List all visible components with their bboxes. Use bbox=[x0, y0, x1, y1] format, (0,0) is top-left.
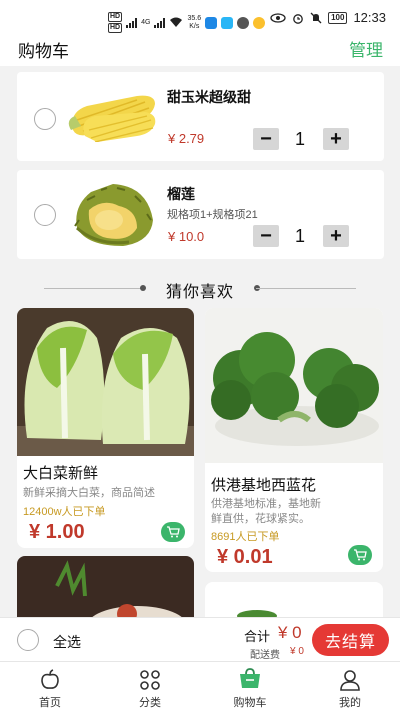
app-notification-icon-2 bbox=[237, 16, 250, 29]
delivery-fee-label: 配送费 bbox=[250, 650, 280, 661]
recommend-section-header: 猜你喜欢 bbox=[0, 276, 400, 302]
product-image-broccoli bbox=[205, 308, 383, 463]
add-to-cart-button[interactable] bbox=[348, 545, 372, 565]
decrease-quantity-button[interactable]: − bbox=[253, 128, 279, 150]
category-icon bbox=[140, 670, 160, 690]
signal-icon bbox=[126, 17, 138, 28]
decrease-quantity-button[interactable]: − bbox=[253, 225, 279, 247]
cart-icon bbox=[240, 668, 260, 688]
select-all-radio[interactable] bbox=[17, 629, 39, 651]
tab-category[interactable]: 分类 bbox=[100, 662, 200, 711]
app-notification-icon bbox=[205, 16, 218, 29]
tab-label: 购物车 bbox=[233, 697, 267, 709]
recommend-product-desc: 供港基地标准，基地新鲜直供，花球紧实。 bbox=[211, 498, 321, 525]
tab-profile[interactable]: 我的 bbox=[300, 662, 400, 711]
increase-quantity-button[interactable]: + bbox=[323, 225, 349, 247]
status-bar: HD HD 4G 35.6 K/s 100 12:33 bbox=[0, 0, 400, 36]
add-to-cart-button[interactable] bbox=[161, 522, 185, 542]
recommend-product-price: ¥ 0.01 bbox=[217, 546, 273, 568]
product-image-corn bbox=[68, 95, 156, 142]
manage-button[interactable]: 管理 bbox=[349, 36, 383, 61]
recommend-product-card[interactable]: 供港基地西蓝花 供港基地标准，基地新鲜直供，花球紧实。 8691人已下单 ¥ 0… bbox=[205, 308, 383, 572]
product-image-cabbage bbox=[17, 308, 194, 456]
search-app-icon bbox=[221, 16, 234, 29]
speed-unit: K/s bbox=[189, 22, 200, 30]
recommend-product-price: ¥ 1.00 bbox=[29, 521, 85, 543]
home-icon bbox=[41, 669, 59, 689]
tab-cart[interactable]: 购物车 bbox=[200, 662, 300, 711]
status-right: 100 12:33 bbox=[270, 10, 386, 25]
add-to-cart-icon bbox=[354, 549, 367, 561]
signal-icon-2 bbox=[154, 17, 166, 28]
recommend-product-name: 供港基地西蓝花 bbox=[211, 477, 317, 494]
clock: 12:33 bbox=[353, 10, 386, 25]
product-name: 榴莲 bbox=[167, 186, 195, 202]
item-select-radio[interactable] bbox=[34, 204, 56, 226]
increase-quantity-button[interactable]: + bbox=[323, 128, 349, 150]
battery-indicator: 100 bbox=[328, 11, 348, 24]
product-price: ¥ 2.79 bbox=[168, 131, 205, 146]
recommend-product-card[interactable]: 大白菜新鲜 新鲜采摘大白菜，商品简述 12400w人已下单 ¥ 1.00 bbox=[17, 308, 194, 548]
divider-line bbox=[256, 288, 356, 289]
bottom-tab-bar: 首页 分类 购物车 我的 bbox=[0, 661, 400, 711]
tab-home[interactable]: 首页 bbox=[0, 662, 100, 711]
product-spec: 规格项1+规格项21 bbox=[167, 209, 258, 221]
cart-item: 榴莲 规格项1+规格项21 ¥ 10.0 − 1 + bbox=[17, 170, 384, 259]
network-tag-1: HD bbox=[108, 12, 123, 22]
signal-type-label: 4G bbox=[141, 19, 151, 26]
total-value: ¥ 0 bbox=[278, 623, 302, 642]
total-label: 合计 bbox=[244, 629, 271, 644]
quantity-value: 1 bbox=[294, 226, 305, 246]
speed-value: 35.6 bbox=[187, 14, 202, 22]
emoji-app-icon bbox=[253, 16, 266, 29]
page-title: 购物车 bbox=[18, 42, 69, 61]
network-speed: 35.6 K/s bbox=[187, 15, 201, 31]
product-price: ¥ 10.0 bbox=[168, 229, 205, 244]
recommend-product-sold: 8691人已下单 bbox=[211, 531, 280, 543]
add-to-cart-icon bbox=[167, 526, 180, 538]
alarm-icon bbox=[293, 13, 303, 24]
mute-icon bbox=[310, 12, 322, 23]
checkout-button[interactable]: 去结算 bbox=[312, 624, 389, 656]
delivery-fee-value: ¥ 0 bbox=[290, 646, 304, 657]
eye-icon bbox=[270, 12, 286, 23]
recommend-title: 猜你喜欢 bbox=[165, 284, 234, 301]
quantity-value: 1 bbox=[294, 129, 305, 149]
checkout-bar: 全选 合计 ¥ 0 配送费 ¥ 0 去结算 bbox=[0, 617, 400, 661]
product-name: 甜玉米超级甜 bbox=[167, 89, 251, 105]
status-left: HD HD 4G 35.6 K/s bbox=[108, 12, 266, 33]
profile-icon bbox=[340, 670, 360, 691]
network-tag-2: HD bbox=[108, 23, 123, 33]
recommend-product-name: 大白菜新鲜 bbox=[23, 465, 99, 482]
item-select-radio[interactable] bbox=[34, 108, 56, 130]
cart-item: 甜玉米超级甜 ¥ 2.79 − 1 + bbox=[17, 72, 384, 161]
tab-label: 首页 bbox=[39, 697, 61, 709]
app-header: 购物车 管理 bbox=[0, 36, 400, 66]
recommend-product-sold: 12400w人已下单 bbox=[23, 506, 106, 518]
tab-label: 我的 bbox=[339, 697, 361, 709]
select-all-label: 全选 bbox=[53, 634, 81, 650]
recommend-product-desc: 新鲜采摘大白菜，商品简述 bbox=[23, 487, 155, 499]
tab-label: 分类 bbox=[139, 697, 161, 709]
product-image-durian bbox=[74, 184, 153, 246]
wifi-icon bbox=[170, 17, 183, 27]
